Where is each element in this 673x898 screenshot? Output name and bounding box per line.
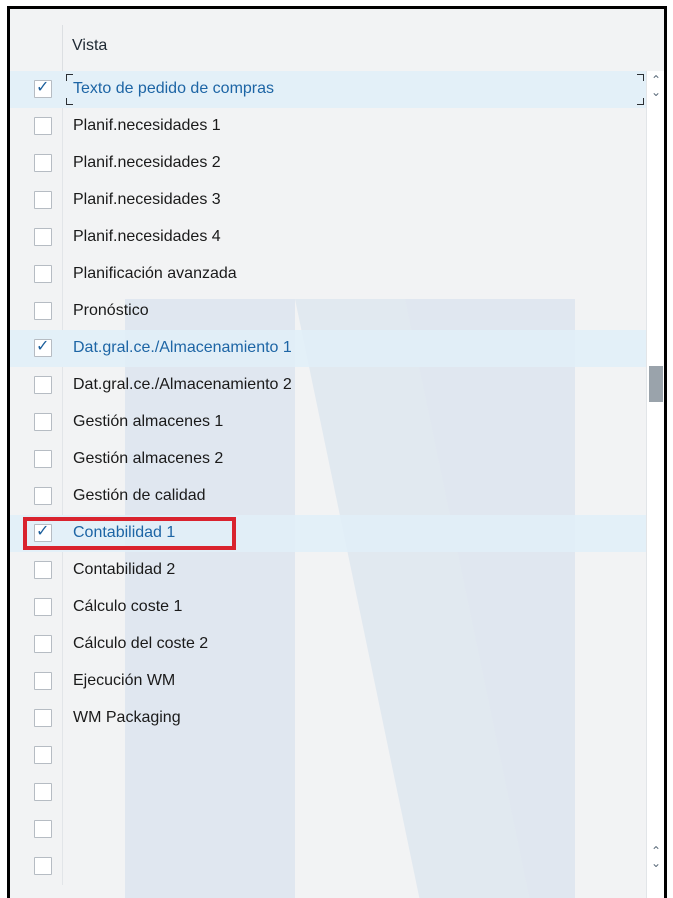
chevron-up-down-icon[interactable]: ⌃ ⌄ xyxy=(647,74,664,104)
row-label: Gestión almacenes 2 xyxy=(73,450,224,467)
row-checkbox[interactable] xyxy=(34,413,52,431)
row-checkbox[interactable] xyxy=(34,191,52,209)
table-row[interactable]: Gestión de calidad xyxy=(10,478,652,515)
row-checkbox[interactable] xyxy=(34,117,52,135)
row-label: Ejecución WM xyxy=(73,672,176,689)
row-checkbox[interactable] xyxy=(34,672,52,690)
table-row[interactable] xyxy=(10,737,652,774)
row-label: Gestión de calidad xyxy=(73,487,206,504)
row-checkbox[interactable] xyxy=(34,746,52,764)
focus-indicator xyxy=(637,98,644,105)
row-checkbox[interactable] xyxy=(34,154,52,172)
table-row[interactable]: Contabilidad 2 xyxy=(10,552,652,589)
table-row[interactable]: Planif.necesidades 1 xyxy=(10,108,652,145)
table-row[interactable]: Cálculo coste 1 xyxy=(10,589,652,626)
table-row[interactable]: Planificación avanzada xyxy=(10,256,652,293)
row-label: Planificación avanzada xyxy=(73,265,237,282)
checkmark-icon: ✓ xyxy=(36,79,50,96)
row-checkbox[interactable] xyxy=(34,487,52,505)
row-checkbox[interactable] xyxy=(34,228,52,246)
view-selection-dialog: Vista ✓ Texto de pedido de compras Plani… xyxy=(7,6,667,898)
row-label: Dat.gral.ce./Almacenamiento 1 xyxy=(73,339,292,356)
row-label: Planif.necesidades 4 xyxy=(73,228,221,245)
focus-indicator xyxy=(66,74,73,81)
row-checkbox[interactable] xyxy=(34,598,52,616)
row-checkbox[interactable]: ✓ xyxy=(34,338,52,357)
chevron-up-down-icon[interactable]: ⌃ ⌄ xyxy=(647,845,664,875)
table-row[interactable]: ✓ Contabilidad 1 xyxy=(10,515,652,552)
table-row[interactable]: Planif.necesidades 2 xyxy=(10,145,652,182)
row-label: Planif.necesidades 2 xyxy=(73,154,221,171)
table-row[interactable]: ✓ Dat.gral.ce./Almacenamiento 1 xyxy=(10,330,652,367)
highlight-annotation xyxy=(23,517,236,550)
row-label: Gestión almacenes 1 xyxy=(73,413,224,430)
row-label: Texto de pedido de compras xyxy=(73,80,275,97)
row-checkbox[interactable] xyxy=(34,302,52,320)
table-row[interactable]: ✓ Texto de pedido de compras xyxy=(10,71,652,108)
row-checkbox[interactable] xyxy=(34,783,52,801)
row-label: Cálculo coste 1 xyxy=(73,598,183,615)
vertical-scrollbar[interactable]: ⌃ ⌄ ⌃ ⌄ xyxy=(646,71,664,898)
row-label: Contabilidad 2 xyxy=(73,561,176,578)
row-label: Cálculo del coste 2 xyxy=(73,635,209,652)
table-row[interactable]: Planif.necesidades 4 xyxy=(10,219,652,256)
row-checkbox[interactable] xyxy=(34,265,52,283)
table-row[interactable]: Dat.gral.ce./Almacenamiento 2 xyxy=(10,367,652,404)
table-row[interactable]: Pronóstico xyxy=(10,293,652,330)
row-checkbox[interactable] xyxy=(34,635,52,653)
table-row[interactable]: Gestión almacenes 2 xyxy=(10,441,652,478)
table-row[interactable]: Planif.necesidades 3 xyxy=(10,182,652,219)
table-row[interactable] xyxy=(10,848,652,885)
table-row[interactable] xyxy=(10,774,652,811)
table-row[interactable]: Ejecución WM xyxy=(10,663,652,700)
row-label: Planif.necesidades 1 xyxy=(73,117,221,134)
table-header: Vista xyxy=(10,25,652,71)
table-row[interactable]: WM Packaging xyxy=(10,700,652,737)
row-label: WM Packaging xyxy=(73,709,181,726)
column-header-vista: Vista xyxy=(72,37,108,54)
scroll-thumb[interactable] xyxy=(649,366,663,402)
focus-indicator xyxy=(66,98,73,105)
row-label: Planif.necesidades 3 xyxy=(73,191,221,208)
select-all-column[interactable] xyxy=(25,25,63,71)
row-checkbox[interactable] xyxy=(34,820,52,838)
row-checkbox[interactable] xyxy=(34,450,52,468)
row-checkbox[interactable]: ✓ xyxy=(34,79,52,98)
table-row[interactable]: Gestión almacenes 1 xyxy=(10,404,652,441)
table-row[interactable]: Cálculo del coste 2 xyxy=(10,626,652,663)
checkmark-icon: ✓ xyxy=(36,338,50,355)
table-row[interactable] xyxy=(10,811,652,848)
focus-indicator xyxy=(637,74,644,81)
row-checkbox[interactable] xyxy=(34,561,52,579)
row-checkbox[interactable] xyxy=(34,709,52,727)
row-label: Pronóstico xyxy=(73,302,149,319)
row-label: Dat.gral.ce./Almacenamiento 2 xyxy=(73,376,292,393)
views-table: ✓ Texto de pedido de compras Planif.nece… xyxy=(10,71,652,885)
row-checkbox[interactable] xyxy=(34,857,52,875)
row-checkbox[interactable] xyxy=(34,376,52,394)
